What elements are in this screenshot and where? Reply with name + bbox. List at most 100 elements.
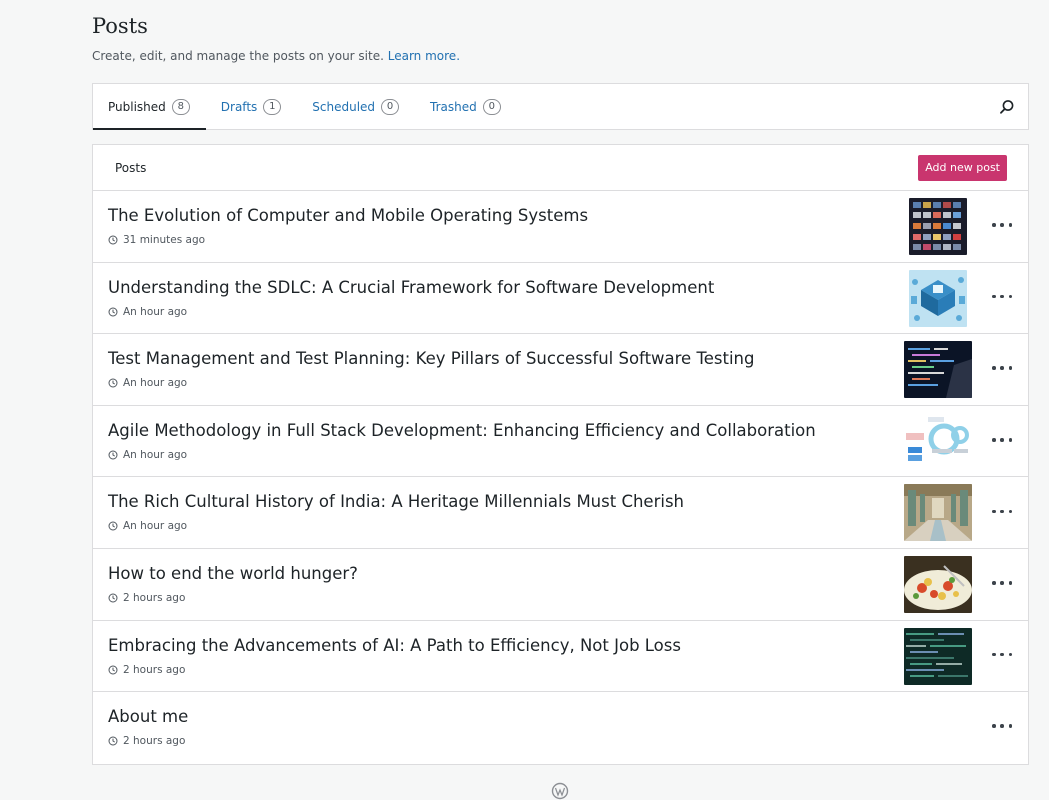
status-tabs: Published 8 Drafts 1 Scheduled 0 Trashed…: [92, 83, 1029, 130]
post-time: 31 minutes ago: [123, 234, 206, 246]
add-new-post-button[interactable]: Add new post: [918, 154, 1007, 181]
ellipsis-dot: [1008, 223, 1012, 227]
post-title-link[interactable]: Test Management and Test Planning: Key P…: [108, 349, 754, 368]
post-time: An hour ago: [123, 377, 188, 390]
post-title-link[interactable]: The Rich Cultural History of India: A He…: [108, 492, 684, 511]
ellipsis-icon: [992, 366, 996, 370]
ellipsis-dot: [1000, 652, 1004, 657]
ellipsis-icon: [992, 438, 996, 442]
more-options-button[interactable]: [992, 573, 1012, 593]
post-thumbnail[interactable]: [904, 555, 972, 613]
ellipsis-icon: [992, 724, 996, 728]
post-meta: An hour ago: [108, 520, 187, 532]
more-options-button[interactable]: [992, 716, 1012, 736]
tab-label: Scheduled: [312, 99, 376, 114]
ellipsis-dot: [1008, 724, 1012, 728]
search-icon: [1000, 100, 1014, 114]
clock-icon: [108, 307, 118, 317]
post-thumbnail[interactable]: [904, 341, 972, 399]
post-title-link[interactable]: About me: [108, 707, 188, 726]
post-time: 2 hours ago: [123, 735, 186, 748]
post-thumbnail[interactable]: [904, 412, 972, 470]
post-thumbnail[interactable]: [909, 198, 967, 255]
post-row: Agile Methodology in Full Stack Developm…: [93, 406, 1028, 478]
tab-label: Drafts: [220, 99, 258, 114]
post-meta: An hour ago: [108, 306, 187, 318]
ellipsis-icon: [992, 294, 996, 299]
post-title-link[interactable]: Understanding the SDLC: A Crucial Framew…: [108, 278, 714, 297]
clock-icon: [108, 235, 118, 245]
clock-icon: [108, 593, 118, 603]
more-options-button[interactable]: [992, 215, 1012, 235]
test-management-thumbnail-image: [904, 341, 972, 399]
post-row: The Evolution of Computer and Mobile Ope…: [93, 191, 1028, 263]
more-options-button[interactable]: [992, 430, 1012, 450]
ellipsis-dot: [1008, 581, 1012, 585]
tab-scheduled[interactable]: Scheduled 0: [297, 84, 415, 129]
ellipsis-dot: [1000, 366, 1004, 370]
post-row: Test Management and Test Planning: Key P…: [93, 334, 1028, 406]
post-meta: An hour ago: [108, 449, 187, 461]
tab-trashed[interactable]: Trashed 0: [415, 84, 517, 129]
ellipsis-icon: [992, 223, 996, 227]
operating-systems-thumbnail-image: [909, 198, 967, 255]
tab-label: Trashed: [430, 99, 477, 114]
tab-drafts[interactable]: Drafts 1: [206, 84, 298, 129]
post-thumbnail[interactable]: [909, 269, 967, 327]
post-time: An hour ago: [123, 520, 188, 533]
ellipsis-dot: [1000, 223, 1004, 227]
post-row: The Rich Cultural History of India: A He…: [93, 477, 1028, 549]
post-title-link[interactable]: How to end the world hunger?: [108, 564, 358, 583]
ai-code-thumbnail-image: [904, 627, 972, 685]
ellipsis-icon: [992, 509, 996, 514]
post-title-link[interactable]: The Evolution of Computer and Mobile Ope…: [108, 206, 588, 225]
ellipsis-dot: [1008, 366, 1012, 370]
tab-count: 0: [482, 98, 501, 115]
ellipsis-dot: [1000, 581, 1004, 585]
post-title-link[interactable]: Embracing the Advancements of AI: A Path…: [108, 636, 681, 655]
learn-more-link[interactable]: Learn more.: [388, 49, 460, 63]
food-plate-thumbnail-image: [904, 555, 972, 613]
post-time: An hour ago: [123, 305, 188, 318]
sdlc-thumbnail-image: [909, 269, 967, 327]
post-thumbnail[interactable]: [904, 484, 972, 542]
tab-label: Published: [108, 99, 166, 114]
more-options-button[interactable]: [992, 287, 1012, 307]
post-time: 2 hours ago: [123, 591, 186, 604]
post-time: 2 hours ago: [123, 663, 186, 676]
tab-count: 1: [263, 98, 282, 115]
post-meta: 2 hours ago: [108, 664, 185, 676]
tab-count: 8: [171, 98, 190, 115]
ellipsis-dot: [1008, 509, 1012, 514]
ellipsis-dot: [1000, 438, 1004, 442]
tab-published[interactable]: Published 8: [93, 84, 206, 130]
post-meta: 2 hours ago: [108, 592, 185, 604]
ellipsis-dot: [1008, 438, 1012, 442]
agile-diagram-thumbnail-image: [904, 412, 972, 470]
clock-icon: [108, 450, 118, 460]
clock-icon: [108, 736, 118, 746]
more-options-button[interactable]: [992, 645, 1012, 665]
ellipsis-dot: [1008, 652, 1012, 657]
post-thumbnail[interactable]: [904, 627, 972, 685]
post-row: Understanding the SDLC: A Crucial Framew…: [93, 263, 1028, 335]
post-time: An hour ago: [123, 448, 188, 461]
post-meta: 2 hours ago: [108, 735, 185, 747]
post-meta: 31 minutes ago: [108, 234, 205, 246]
post-title-link[interactable]: Agile Methodology in Full Stack Developm…: [108, 421, 816, 440]
page-title: Posts: [92, 14, 148, 38]
ellipsis-dot: [1008, 294, 1012, 299]
post-meta: An hour ago: [108, 377, 187, 389]
post-row: About me 2 hours ago: [93, 692, 1028, 764]
post-row: How to end the world hunger? 2 hours ago: [93, 549, 1028, 621]
ellipsis-dot: [1000, 509, 1004, 514]
more-options-button[interactable]: [992, 358, 1012, 378]
clock-icon: [108, 378, 118, 388]
more-options-button[interactable]: [992, 501, 1012, 521]
page-subtitle-text: Create, edit, and manage the posts on yo…: [92, 49, 384, 63]
ellipsis-icon: [992, 581, 996, 585]
post-row: Embracing the Advancements of AI: A Path…: [93, 621, 1028, 693]
ellipsis-dot: [1000, 294, 1004, 299]
search-button[interactable]: [998, 98, 1016, 116]
wordpress-logo-icon: [551, 782, 569, 800]
